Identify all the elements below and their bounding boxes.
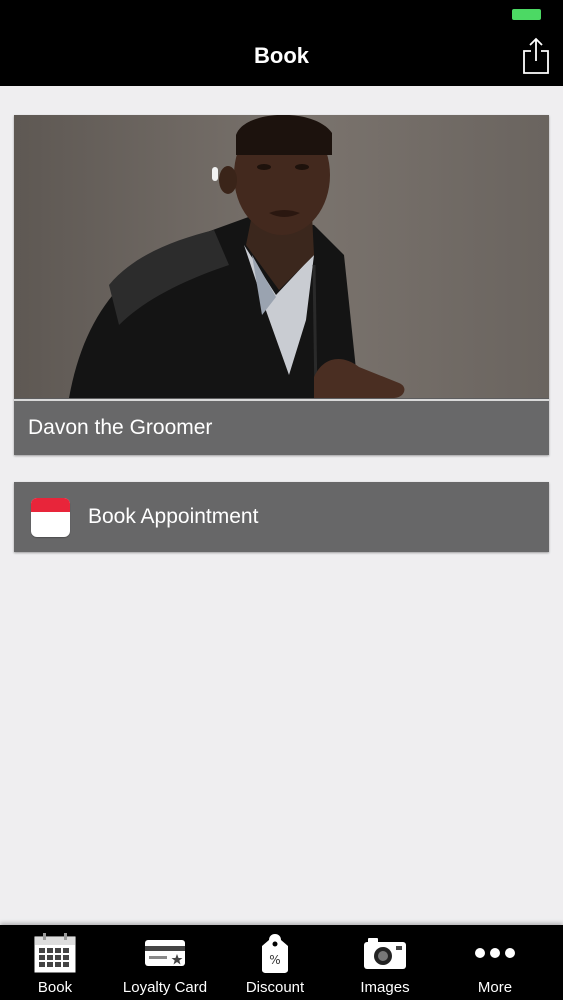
camera-icon: [364, 938, 406, 969]
tab-loyalty-card-label: Loyalty Card: [122, 979, 208, 996]
book-appointment-button[interactable]: Book Appointment: [14, 482, 549, 552]
loyalty-card-icon: [145, 940, 185, 966]
share-icon: [523, 37, 549, 74]
tab-more[interactable]: More: [440, 925, 550, 1000]
battery-indicator: [512, 9, 541, 20]
book-appointment-label: Book Appointment: [88, 505, 259, 528]
tab-discount-label: Discount: [245, 979, 305, 996]
tab-loyalty-card[interactable]: Loyalty Card: [110, 925, 220, 1000]
tab-images-label: Images: [360, 979, 410, 996]
discount-tag-icon: %: [262, 934, 288, 973]
tab-more-label: More: [477, 979, 513, 996]
more-dots-icon: [475, 948, 515, 958]
page-title: Book: [254, 43, 309, 68]
calendar-grid-icon: [34, 933, 76, 973]
share-button[interactable]: [521, 36, 551, 76]
tab-bar: Book Loyalty Card % Discount Images More: [0, 925, 563, 1000]
tab-discount[interactable]: % Discount: [220, 925, 330, 1000]
calendar-icon: [31, 497, 70, 537]
profile-card[interactable]: Davon the Groomer: [14, 115, 549, 455]
tab-book[interactable]: Book: [0, 925, 110, 1000]
profile-photo: [14, 115, 549, 398]
svg-text:%: %: [269, 953, 280, 967]
tab-book-label: Book: [37, 979, 73, 996]
profile-name: Davon the Groomer: [14, 399, 549, 455]
status-bar: [0, 0, 563, 30]
navigation-bar: Book: [0, 30, 563, 86]
tab-images[interactable]: Images: [330, 925, 440, 1000]
